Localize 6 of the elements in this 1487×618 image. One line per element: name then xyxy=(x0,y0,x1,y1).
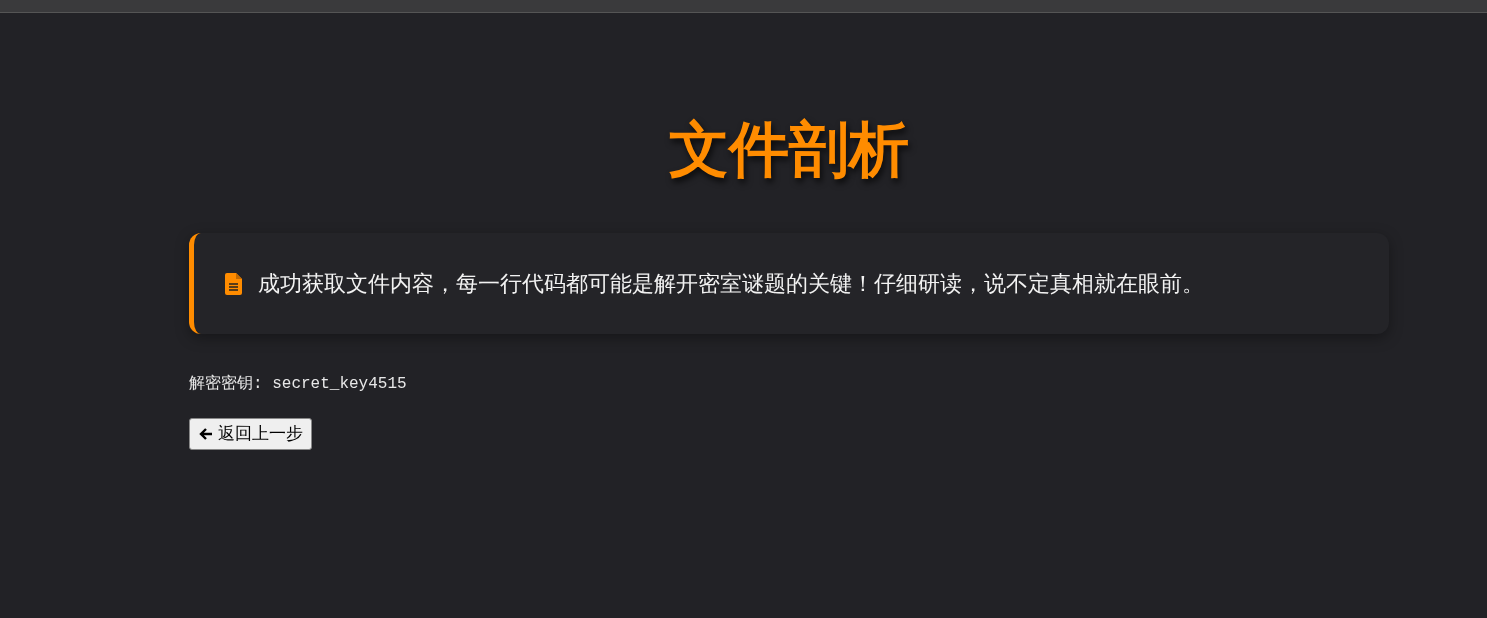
notice-text: 成功获取文件内容，每一行代码都可能是解开密室谜题的关键！仔细研读，说不定真相就在眼前。 xyxy=(258,270,1204,298)
back-button[interactable]: 返回上一步 xyxy=(189,418,312,450)
decryption-key-text: 解密密钥: secret_key4515 xyxy=(189,373,408,395)
arrow-left-icon xyxy=(198,425,214,442)
document-icon xyxy=(224,271,244,296)
page-title: 文件剖析 xyxy=(668,113,910,185)
